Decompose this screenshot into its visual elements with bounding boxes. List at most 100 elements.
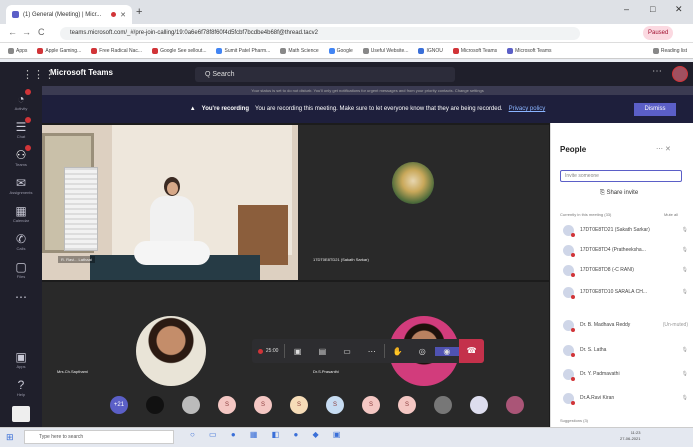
rail-files[interactable]: ▢ Files xyxy=(0,260,42,279)
tab-title: (1) General (Meeting) | Micr... xyxy=(23,11,102,18)
rail-calendar[interactable]: ▦ Calendar xyxy=(0,204,42,223)
bookmark[interactable]: Free Radical Nac... xyxy=(91,47,142,54)
teams-icon: ⚇ xyxy=(15,148,27,162)
avatar xyxy=(563,344,575,357)
mic-icon: 🎙 xyxy=(681,227,688,233)
participant-row[interactable]: Dr. B. Madhava Reddy (Un-muted) xyxy=(563,317,688,333)
bookmark[interactable]: IGNOU xyxy=(418,47,443,54)
overflow-count[interactable]: +21 xyxy=(110,396,128,414)
close-window-button[interactable]: ✕ xyxy=(675,4,683,15)
rail-more[interactable]: ⋯ xyxy=(0,290,42,304)
dismiss-button[interactable]: Dismiss xyxy=(634,103,676,116)
close-tab-icon[interactable]: ✕ xyxy=(120,11,126,19)
taskbar-search[interactable]: Type here to search xyxy=(24,430,174,444)
mic-icon: 🎙 xyxy=(681,371,688,377)
privacy-link[interactable]: Privacy policy xyxy=(509,106,546,112)
participant-thumb[interactable]: S xyxy=(290,396,308,414)
mute-all-link[interactable]: Mute all xyxy=(664,212,678,217)
mic-icon: 🎙 xyxy=(681,289,688,295)
rail-activity[interactable]: ◔ Activity xyxy=(0,89,42,111)
chat-button[interactable]: ◎ xyxy=(410,347,435,356)
participant-thumb[interactable] xyxy=(182,396,200,414)
bookmark-icon xyxy=(362,47,369,54)
face xyxy=(167,182,178,195)
raise-hand-button[interactable]: ✋ xyxy=(385,347,410,356)
reading-list-icon xyxy=(652,47,659,54)
bookmark[interactable]: Google See sellout... xyxy=(152,47,206,54)
bookmark[interactable]: Sumit Patel Pharm... xyxy=(216,47,270,54)
rail-help[interactable]: ? Help xyxy=(0,378,42,397)
bookmark[interactable]: Apple Gaming... xyxy=(37,47,81,54)
notification-badge xyxy=(25,117,31,123)
search-input[interactable]: Q Search xyxy=(195,67,455,82)
system-clock: 11:23 27-06-2021 xyxy=(620,430,641,441)
leave-button[interactable]: ☎ xyxy=(459,339,484,363)
forward-button[interactable]: → xyxy=(22,27,31,37)
reload-button[interactable]: C xyxy=(38,27,45,37)
chat-icon: ☰ xyxy=(15,120,27,134)
avatar xyxy=(563,264,575,277)
call-controls: 25:00 ▣ ▤ ▭ ⋯ ✋ ◎ ◉ ☎ xyxy=(252,339,484,363)
participant-row[interactable]: 17DT0E8TD21 (Sakath Sarkar) 🎙 xyxy=(563,222,688,238)
participant-row[interactable]: 17DT0E8TD8 (-C RANI) 🎙 xyxy=(563,262,688,278)
air-cooler xyxy=(64,167,98,251)
participant-thumb[interactable] xyxy=(506,396,524,414)
panel-close-icon[interactable]: ⋯ ✕ xyxy=(656,145,671,153)
participant-thumb[interactable]: S xyxy=(218,396,236,414)
download-icon[interactable] xyxy=(12,406,30,422)
pinned-apps[interactable]: ○ ▭ ● ▦ ◧ ● ◆ ▣ xyxy=(190,430,346,439)
avatar xyxy=(563,286,575,299)
mic-button[interactable]: ▤ xyxy=(310,347,335,356)
bookmark[interactable]: Microsoft Teams xyxy=(507,47,551,54)
url-input[interactable]: teams.microsoft.com/_#/pre-join-calling/… xyxy=(60,27,580,40)
rail-calls[interactable]: ✆ Calls xyxy=(0,232,42,251)
new-tab-button[interactable]: + xyxy=(136,6,142,18)
reading-list[interactable]: Reading list xyxy=(652,47,687,54)
minimize-button[interactable]: – xyxy=(624,4,629,14)
bookmark[interactable]: Google xyxy=(328,47,353,54)
participants-button[interactable]: ◉ xyxy=(434,346,460,356)
participant-thumb[interactable]: S xyxy=(398,396,416,414)
help-icon: ? xyxy=(17,378,25,392)
rail-assignments[interactable]: ✉ Assignments xyxy=(0,176,42,195)
participant-row[interactable]: Dr. Y. Padmavathi 🎙 xyxy=(563,366,688,382)
participant-thumb[interactable] xyxy=(470,396,488,414)
bookmark[interactable]: Useful Website... xyxy=(362,47,408,54)
more-actions-button[interactable]: ⋯ xyxy=(359,347,384,356)
more-options-icon[interactable]: ⋯ xyxy=(652,66,662,77)
more-apps-icon: ⋯ xyxy=(15,290,27,304)
participant-row[interactable]: 17DT0E8TD10 SARALA CH... 🎙 xyxy=(563,284,688,300)
participant-row[interactable]: Dr. S. Latha 🎙 xyxy=(563,342,688,358)
participant-name: R. Ravi... Lathaai xyxy=(58,256,95,263)
participant-thumb[interactable]: S xyxy=(362,396,380,414)
participant-row[interactable]: Dr.A.Ravi Kiran 🎙 xyxy=(563,390,688,406)
participant-thumb[interactable] xyxy=(434,396,452,414)
start-icon[interactable]: ⊞ xyxy=(6,432,14,443)
recording-banner: ▲ You're recording You are recording thi… xyxy=(42,95,693,123)
teams-favicon-icon xyxy=(12,11,19,18)
bookmark[interactable]: Math Science xyxy=(280,47,319,54)
bookmark[interactable]: Microsoft Teams xyxy=(452,47,497,54)
participant-row[interactable]: 17DT0E8TD4 (Pratheeksha... 🎙 xyxy=(563,242,688,258)
participant-name: Dr.S.Prasanthi xyxy=(313,369,339,374)
back-button[interactable]: ← xyxy=(8,27,17,37)
profile-button[interactable]: Paused xyxy=(643,26,674,40)
participant-thumb[interactable]: S xyxy=(326,396,344,414)
recording-dot-icon xyxy=(111,12,117,17)
rail-teams[interactable]: ⚇ Teams xyxy=(0,145,42,167)
browser-tab[interactable]: (1) General (Meeting) | Micr... ✕ xyxy=(6,5,132,24)
mic-icon: 🎙 xyxy=(681,267,688,273)
avatar[interactable] xyxy=(672,66,688,82)
share-invite-button[interactable]: ⎘ Share invite xyxy=(600,190,638,197)
rail-apps[interactable]: ▣ Apps xyxy=(0,350,42,369)
rail-chat[interactable]: ☰ Chat xyxy=(0,117,42,139)
bookmark[interactable]: Apps xyxy=(8,47,27,54)
bookmark-icon xyxy=(452,47,459,54)
invite-input[interactable]: Invite someone xyxy=(560,170,682,182)
camera-button[interactable]: ▣ xyxy=(285,347,310,356)
share-button[interactable]: ▭ xyxy=(335,347,360,356)
maximize-button[interactable]: □ xyxy=(650,4,655,14)
participant-thumb[interactable] xyxy=(146,396,164,414)
avatar xyxy=(563,368,575,381)
participant-thumb[interactable]: S xyxy=(254,396,272,414)
